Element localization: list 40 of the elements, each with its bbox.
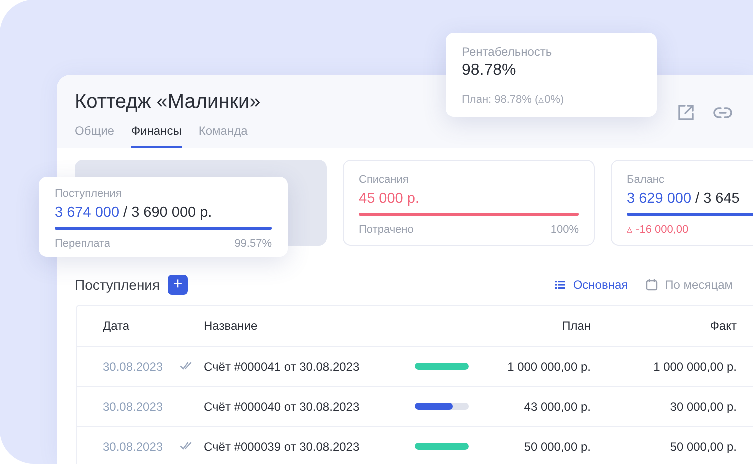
fact-cell: 30 000,00 р. (670, 400, 737, 414)
plan-cell: 43 000,00 р. (524, 400, 591, 414)
external-link-icon[interactable] (676, 103, 696, 123)
plan-cell: 50 000,00 р. (524, 440, 591, 454)
add-button[interactable]: + (168, 275, 188, 295)
date-cell-text: 30.08.2023 (103, 400, 164, 414)
amount: 3 629 000 (627, 190, 692, 209)
footer-label: Потрачено (359, 223, 414, 237)
list-icon (554, 279, 566, 291)
column-header: План (562, 319, 591, 333)
card-label: Рентабельность (462, 44, 554, 60)
total-amount: / 3 645 (696, 190, 740, 209)
fact-cell: 1 000 000,00 р. (654, 360, 737, 374)
profitability-value: 98.78% (462, 61, 518, 81)
card-label: Баланс (627, 173, 666, 187)
date-cell-text: 30.08.2023 (103, 360, 164, 374)
plan-cell: 1 000 000,00 р. (508, 360, 591, 374)
plan-note: План: 98.78% (▵0%) (462, 93, 566, 107)
card-label: Поступления (55, 187, 123, 201)
card-label: Списания (359, 173, 410, 187)
column-header: Название (204, 319, 259, 333)
project-title: Коттедж «Малинки» (75, 90, 261, 115)
calendar-icon (646, 279, 658, 291)
name-cell-text: Счёт #000041 от 30.08.2023 (204, 360, 361, 374)
section-title: Поступления (75, 277, 160, 293)
amount: 3 674 000 (55, 204, 120, 223)
date-cell-text: 30.08.2023 (103, 440, 164, 454)
name-cell-text: Счёт #000040 от 30.08.2023 (204, 400, 361, 414)
column-header: Дата (103, 319, 131, 333)
tab[interactable]: Финансы (131, 119, 182, 148)
total-amount: / 3 690 000 р. (124, 204, 212, 223)
column-header: Факт (710, 319, 737, 333)
fact-cell: 50 000,00 р. (670, 440, 737, 454)
footer-label: Переплата (55, 237, 111, 251)
footer-value: 99.57% (234, 237, 272, 251)
amount: 45 000 р. (359, 190, 420, 209)
view-toggle[interactable]: Основная (554, 278, 628, 292)
footer-value: 100% (550, 223, 579, 237)
name-cell-text: Счёт #000039 от 30.08.2023 (204, 440, 361, 454)
balance-delta: ▵ -16 000,00 (627, 223, 690, 237)
